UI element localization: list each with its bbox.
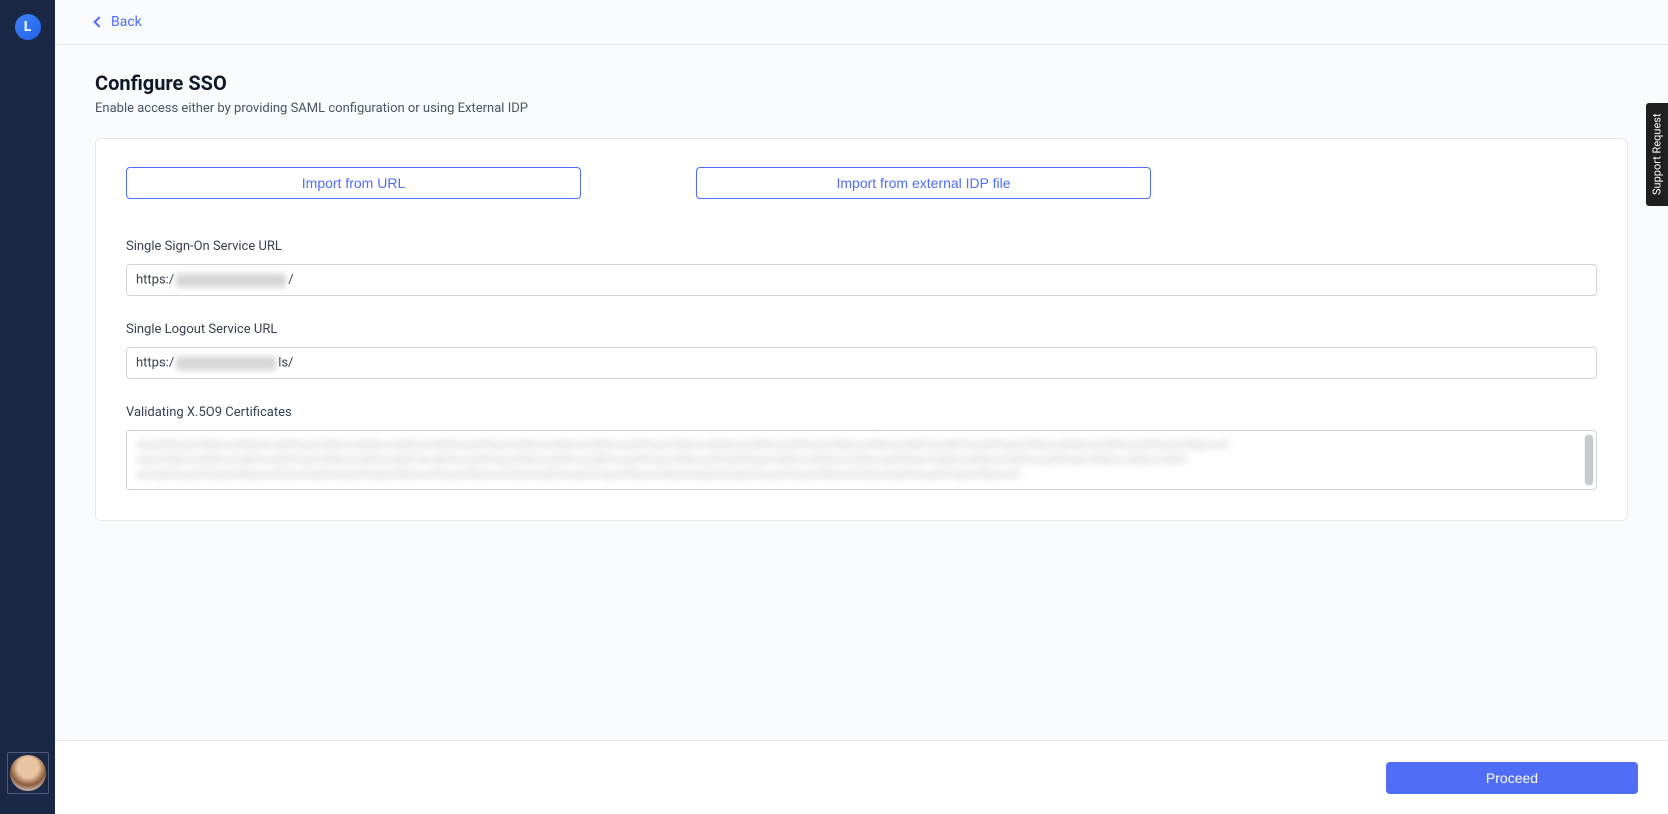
slo-url-label: Single Logout Service URL bbox=[126, 322, 1597, 337]
topbar: Back bbox=[55, 0, 1668, 45]
cert-textarea[interactable]: aksjdhfkajshdfkjhasdkfjhaksdjhfkajshdfkj… bbox=[126, 430, 1597, 490]
page-title: Configure SSO bbox=[95, 71, 1628, 95]
import-row: Import from URL Import from external IDP… bbox=[126, 167, 1597, 199]
user-avatar-icon bbox=[10, 755, 46, 791]
import-from-file-button[interactable]: Import from external IDP file bbox=[696, 167, 1151, 199]
cert-scrollbar[interactable] bbox=[1584, 433, 1594, 487]
page-subtitle: Enable access either by providing SAML c… bbox=[95, 101, 1628, 116]
proceed-button[interactable]: Proceed bbox=[1386, 762, 1638, 794]
footer: Proceed bbox=[55, 740, 1668, 814]
main-area: Back Configure SSO Enable access either … bbox=[55, 0, 1668, 814]
back-label: Back bbox=[111, 14, 142, 30]
support-request-tab[interactable]: Support Request bbox=[1646, 103, 1668, 206]
sso-url-field-group: Single Sign-On Service URL https:/ / bbox=[126, 239, 1597, 296]
cert-redacted-content: aksjdhfkajshdfkjhasdkfjhaksdjhfkajshdfkj… bbox=[137, 437, 1586, 482]
slo-url-field-group: Single Logout Service URL https:/ ls/ bbox=[126, 322, 1597, 379]
sso-url-input[interactable] bbox=[126, 264, 1597, 296]
sso-url-label: Single Sign-On Service URL bbox=[126, 239, 1597, 254]
back-button[interactable]: Back bbox=[95, 14, 142, 30]
cert-field-group: Validating X.5O9 Certificates aksjdhfkaj… bbox=[126, 405, 1597, 490]
slo-url-input[interactable] bbox=[126, 347, 1597, 379]
cert-label: Validating X.5O9 Certificates bbox=[126, 405, 1597, 420]
import-from-url-button[interactable]: Import from URL bbox=[126, 167, 581, 199]
app-logo[interactable]: L bbox=[15, 14, 41, 40]
content: Configure SSO Enable access either by pr… bbox=[55, 45, 1668, 740]
sidebar: L bbox=[0, 0, 55, 814]
config-card: Import from URL Import from external IDP… bbox=[95, 138, 1628, 521]
user-avatar-container[interactable] bbox=[7, 752, 49, 794]
cert-scrollbar-thumb[interactable] bbox=[1585, 435, 1593, 485]
chevron-left-icon bbox=[93, 16, 104, 27]
